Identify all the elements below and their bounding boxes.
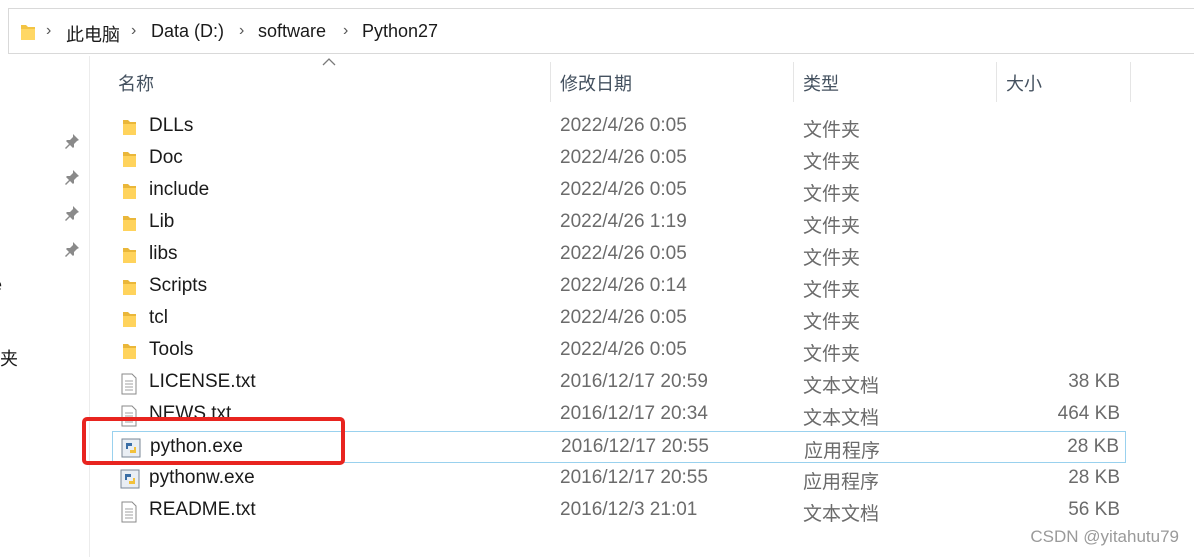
file-type: 文本文档 — [803, 376, 880, 397]
nav-item-label[interactable]: e — [0, 275, 2, 296]
file-date: 2022/4/26 1:19 — [560, 211, 687, 232]
file-name: Lib — [149, 211, 175, 232]
folder-icon — [21, 25, 35, 40]
file-date: 2022/4/26 0:05 — [560, 115, 687, 136]
file-type: 文本文档 — [803, 504, 880, 525]
sort-ascending-icon — [322, 58, 336, 66]
pin-icon[interactable] — [63, 240, 81, 258]
folder-icon — [120, 149, 138, 174]
breadcrumb-this-pc[interactable]: 此电脑 — [66, 21, 120, 47]
file-type: 文件夹 — [803, 184, 861, 205]
text-file-icon — [120, 373, 138, 400]
file-row[interactable]: Tools 2022/4/26 0:05 文件夹 — [112, 335, 1126, 367]
file-type: 应用程序 — [803, 472, 880, 493]
highlight-annotation — [82, 417, 345, 465]
pin-icon[interactable] — [63, 132, 81, 150]
file-name: tcl — [149, 307, 168, 328]
file-date: 2016/12/17 20:59 — [560, 371, 708, 392]
address-bar[interactable]: › 此电脑 › Data (D:) › software › Python27 — [8, 8, 1194, 54]
file-type: 文件夹 — [803, 152, 861, 173]
pane-divider — [89, 56, 90, 557]
column-separator[interactable] — [550, 62, 551, 102]
chevron-right-icon[interactable]: › — [239, 22, 244, 40]
file-name: Doc — [149, 147, 183, 168]
file-name: libs — [149, 243, 178, 264]
folder-icon — [120, 341, 138, 366]
file-row[interactable]: libs 2022/4/26 0:05 文件夹 — [112, 239, 1126, 271]
file-row[interactable]: LICENSE.txt 2016/12/17 20:59 文本文档 38 KB — [112, 367, 1126, 399]
file-name: DLLs — [149, 115, 194, 136]
folder-icon — [120, 245, 138, 270]
chevron-right-icon[interactable]: › — [131, 22, 136, 40]
file-size: 56 KB — [1068, 499, 1120, 520]
column-header-type[interactable]: 类型 — [803, 70, 839, 96]
file-name: include — [149, 179, 210, 200]
watermark: CSDN @yitahutu79 — [1030, 527, 1179, 546]
chevron-right-icon: › — [46, 22, 52, 39]
column-header-name[interactable]: 名称 — [118, 70, 154, 96]
column-separator[interactable] — [793, 62, 794, 102]
nav-item-label[interactable]: 夹 — [0, 345, 18, 371]
file-type: 文本文档 — [803, 408, 880, 429]
file-size: 464 KB — [1057, 403, 1120, 424]
folder-icon — [120, 181, 138, 206]
file-name: pythonw.exe — [149, 467, 255, 488]
file-type: 应用程序 — [804, 441, 881, 462]
file-row[interactable]: Doc 2022/4/26 0:05 文件夹 — [112, 143, 1126, 175]
breadcrumb-python27[interactable]: Python27 — [362, 21, 438, 42]
file-date: 2022/4/26 0:05 — [560, 243, 687, 264]
column-header-date[interactable]: 修改日期 — [560, 70, 632, 96]
file-date: 2022/4/26 0:05 — [560, 339, 687, 360]
pin-icon[interactable] — [63, 168, 81, 186]
file-date: 2016/12/3 21:01 — [560, 499, 698, 520]
file-type: 文件夹 — [803, 280, 861, 301]
file-row[interactable]: Lib 2022/4/26 1:19 文件夹 — [112, 207, 1126, 239]
file-date: 2022/4/26 0:05 — [560, 179, 687, 200]
folder-icon — [120, 277, 138, 302]
file-row[interactable]: tcl 2022/4/26 0:05 文件夹 — [112, 303, 1126, 335]
file-size: 38 KB — [1068, 371, 1120, 392]
file-date: 2022/4/26 0:05 — [560, 307, 687, 328]
file-date: 2022/4/26 0:05 — [560, 147, 687, 168]
folder-icon — [120, 117, 138, 142]
folder-icon — [120, 213, 138, 238]
text-file-icon — [120, 501, 138, 528]
column-separator[interactable] — [996, 62, 997, 102]
file-name: Scripts — [149, 275, 208, 296]
file-row[interactable]: pythonw.exe 2016/12/17 20:55 应用程序 28 KB — [112, 463, 1126, 495]
file-name: LICENSE.txt — [149, 371, 256, 392]
file-size: 28 KB — [1068, 467, 1120, 488]
chevron-right-icon[interactable]: › — [343, 22, 348, 40]
breadcrumb-data-drive[interactable]: Data (D:) — [151, 21, 224, 42]
file-type: 文件夹 — [803, 120, 861, 141]
pin-icon[interactable] — [63, 204, 81, 222]
file-type: 文件夹 — [803, 216, 861, 237]
column-separator[interactable] — [1130, 62, 1131, 102]
file-date: 2022/4/26 0:14 — [560, 275, 687, 296]
file-row[interactable]: include 2022/4/26 0:05 文件夹 — [112, 175, 1126, 207]
file-row[interactable]: Scripts 2022/4/26 0:14 文件夹 — [112, 271, 1126, 303]
file-row[interactable]: README.txt 2016/12/3 21:01 文本文档 56 KB — [112, 495, 1126, 527]
file-type: 文件夹 — [803, 312, 861, 333]
file-row[interactable]: DLLs 2022/4/26 0:05 文件夹 — [112, 111, 1126, 143]
file-type: 文件夹 — [803, 344, 861, 365]
python-exe-icon — [120, 469, 140, 494]
file-date: 2016/12/17 20:34 — [560, 403, 708, 424]
navigation-pane[interactable]: e 夹 — [0, 55, 90, 557]
file-name: Tools — [149, 339, 194, 360]
file-name: README.txt — [149, 499, 256, 520]
file-size: 28 KB — [1067, 436, 1119, 457]
column-header-size[interactable]: 大小 — [1006, 70, 1042, 96]
folder-icon — [120, 309, 138, 334]
file-date: 2016/12/17 20:55 — [560, 467, 708, 488]
file-type: 文件夹 — [803, 248, 861, 269]
breadcrumb-software[interactable]: software — [258, 21, 326, 42]
file-date: 2016/12/17 20:55 — [561, 436, 709, 457]
